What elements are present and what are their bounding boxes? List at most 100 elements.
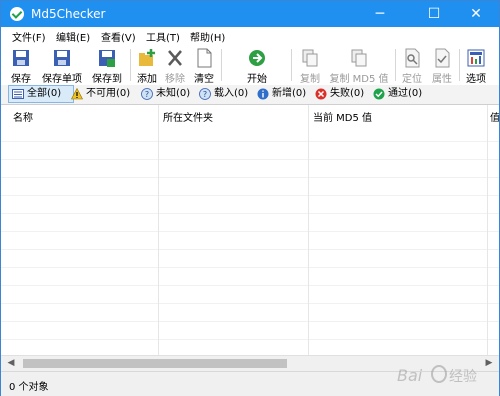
row-divider xyxy=(1,285,499,286)
properties-check-icon xyxy=(435,48,450,68)
save-to-icon xyxy=(99,50,115,67)
error-x-icon xyxy=(315,88,327,100)
object-count: 0 个对象 xyxy=(9,382,49,393)
column-name[interactable]: 名称 xyxy=(13,109,33,124)
add-folder-icon xyxy=(139,49,155,66)
add-button[interactable]: 添加 xyxy=(134,45,160,85)
filter-all[interactable]: 全部(0) xyxy=(8,85,74,103)
row-divider xyxy=(1,303,499,304)
copy-icon xyxy=(302,49,318,67)
filter-unavailable[interactable]: 不可用(0) xyxy=(68,86,148,102)
menu-tools[interactable]: 工具(T) xyxy=(146,29,180,44)
add-label: 添加 xyxy=(137,74,157,85)
minimize-button[interactable]: ─ xyxy=(357,1,403,27)
locate-button[interactable]: 定位 xyxy=(399,45,425,85)
save-button[interactable]: 保存 xyxy=(7,45,35,85)
column-divider[interactable] xyxy=(158,105,159,355)
properties-label: 属性 xyxy=(432,74,452,85)
copy-label: 复制 xyxy=(300,74,320,85)
filter-passed[interactable]: 通过(0) xyxy=(370,86,440,102)
list-header: 名称 所在文件夹 当前 MD5 值 值 xyxy=(1,105,499,126)
save-label: 保存 xyxy=(11,74,31,85)
toolbar-separator xyxy=(221,49,222,81)
toolbar-separator xyxy=(130,49,131,81)
menu-bar: 文件(F) 编辑(E) 查看(V) 工具(T) 帮助(H) xyxy=(1,27,499,45)
row-divider xyxy=(1,195,499,196)
filter-failed-label: 失败(0) xyxy=(330,88,365,99)
toolbar: 保存 保存单项 保存到 添加 移除 清空 开始 复制 复制 MD5 值 定位 属… xyxy=(1,45,499,86)
column-folder[interactable]: 所在文件夹 xyxy=(163,109,213,124)
menu-file[interactable]: 文件(F) xyxy=(12,29,46,44)
copy-md5-label: 复制 MD5 值 xyxy=(329,74,389,85)
copy-md5-button[interactable]: 复制 MD5 值 xyxy=(327,45,391,85)
save-item-label: 保存单项 xyxy=(42,74,82,85)
filter-unavailable-label: 不可用(0) xyxy=(86,88,131,99)
loaded-question-icon: ? xyxy=(199,88,211,100)
menu-view[interactable]: 查看(V) xyxy=(101,29,136,44)
filter-all-label: 全部(0) xyxy=(27,88,62,99)
options-button[interactable]: 选项 xyxy=(463,45,489,85)
app-window: Md5Checker ─ ☐ ✕ 文件(F) 编辑(E) 查看(V) 工具(T)… xyxy=(0,0,500,396)
column-extra[interactable]: 值 xyxy=(490,109,499,124)
save-item-button[interactable]: 保存单项 xyxy=(39,45,85,85)
baidu-watermark-logo: Bai 经验 xyxy=(397,365,477,385)
remove-x-icon xyxy=(168,50,182,66)
row-divider xyxy=(1,213,499,214)
maximize-button[interactable]: ☐ xyxy=(411,1,457,27)
row-divider xyxy=(1,339,499,340)
copy-button[interactable]: 复制 xyxy=(297,45,323,85)
options-chart-icon xyxy=(467,49,485,67)
svg-text:?: ? xyxy=(145,90,149,99)
row-divider xyxy=(1,177,499,178)
column-divider[interactable] xyxy=(308,105,309,355)
filter-new-label: 新增(0) xyxy=(272,88,307,99)
start-play-icon xyxy=(249,50,265,66)
row-divider xyxy=(1,267,499,268)
scroll-thumb[interactable] xyxy=(23,359,287,368)
save-to-label: 保存到 xyxy=(92,74,122,85)
info-icon xyxy=(257,88,269,100)
column-md5[interactable]: 当前 MD5 值 xyxy=(313,109,372,124)
svg-text:?: ? xyxy=(203,90,207,99)
remove-button[interactable]: 移除 xyxy=(162,45,188,85)
toolbar-separator xyxy=(395,49,396,81)
success-check-icon xyxy=(373,88,385,100)
close-button[interactable]: ✕ xyxy=(453,1,499,27)
app-check-icon xyxy=(10,7,24,21)
menu-help[interactable]: 帮助(H) xyxy=(190,29,225,44)
filter-loaded-label: 载入(0) xyxy=(214,88,249,99)
row-divider xyxy=(1,141,499,142)
filter-passed-label: 通过(0) xyxy=(388,88,423,99)
window-title: Md5Checker xyxy=(31,7,106,21)
toolbar-separator xyxy=(459,49,460,81)
start-label: 开始 xyxy=(247,74,267,85)
toolbar-separator xyxy=(291,49,292,81)
save-icon xyxy=(13,50,29,66)
scroll-left-arrow-icon[interactable]: ◀ xyxy=(3,356,19,371)
row-divider xyxy=(1,249,499,250)
row-divider xyxy=(1,159,499,160)
warning-icon xyxy=(71,88,83,100)
copy-md5-icon xyxy=(351,49,367,67)
save-item-icon xyxy=(54,50,70,66)
clear-label: 清空 xyxy=(194,74,214,85)
svg-text:经验: 经验 xyxy=(449,369,477,385)
file-list[interactable] xyxy=(1,125,499,355)
list-icon xyxy=(12,89,24,99)
row-divider xyxy=(1,321,499,322)
properties-button[interactable]: 属性 xyxy=(429,45,455,85)
menu-edit[interactable]: 编辑(E) xyxy=(56,29,90,44)
remove-label: 移除 xyxy=(165,74,185,85)
column-divider[interactable] xyxy=(487,105,488,355)
start-button[interactable]: 开始 xyxy=(237,45,277,85)
save-to-button[interactable]: 保存到 xyxy=(89,45,125,85)
title-bar[interactable]: Md5Checker ─ ☐ ✕ xyxy=(1,1,499,27)
clear-button[interactable]: 清空 xyxy=(191,45,217,85)
unknown-question-icon: ? xyxy=(141,88,153,100)
svg-text:Bai: Bai xyxy=(397,366,423,385)
locate-label: 定位 xyxy=(402,74,422,85)
filter-unknown-label: 未知(0) xyxy=(156,88,191,99)
locate-search-icon xyxy=(405,48,420,68)
options-label: 选项 xyxy=(466,74,486,85)
filter-bar: 全部(0) 不可用(0) ? 未知(0) ? 载入(0) 新增(0) 失败(0)… xyxy=(1,85,499,105)
